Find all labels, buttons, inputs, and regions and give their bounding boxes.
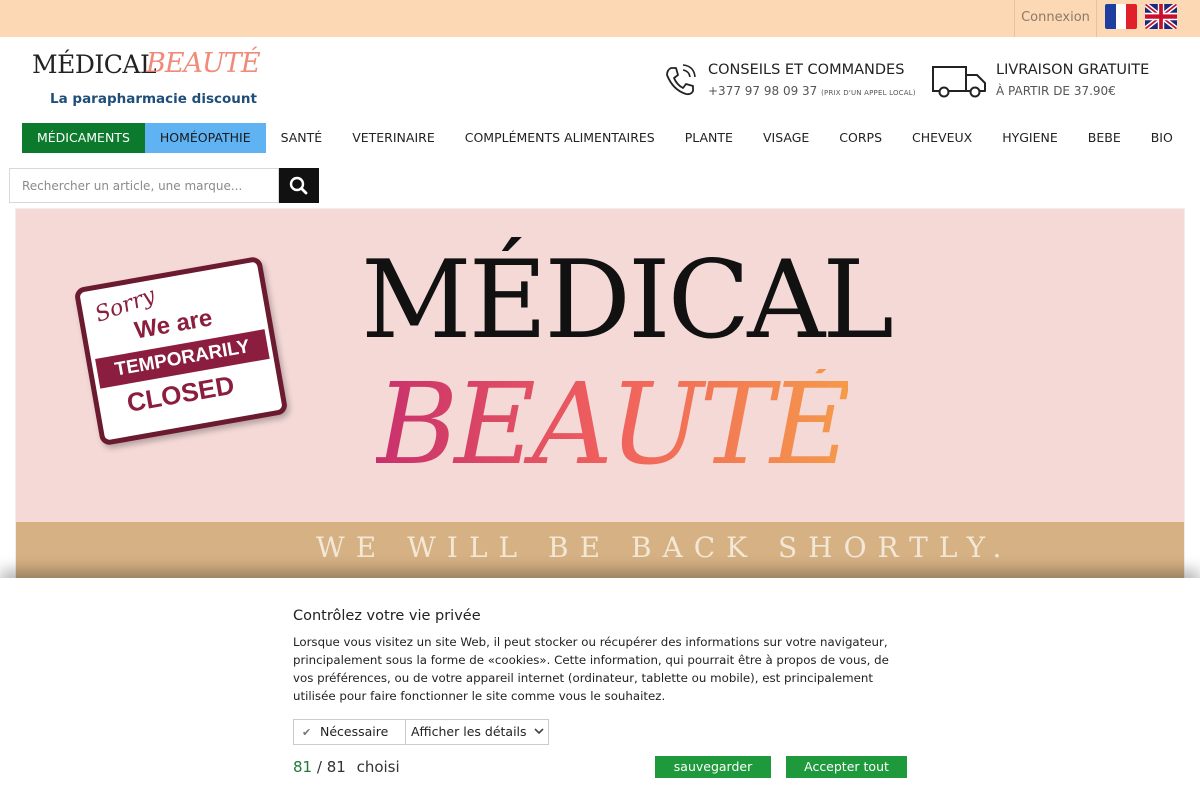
flag-uk-icon[interactable]	[1145, 4, 1177, 29]
banner-tagline: WE WILL BE BACK SHORTLY.	[316, 531, 1013, 564]
chosen-count: 81 / 81 choisi	[293, 758, 400, 776]
nav-item-plante[interactable]: PLANTE	[670, 123, 748, 153]
logo-accent-text: BEAUTÉ	[146, 48, 261, 79]
search-input[interactable]	[9, 168, 279, 203]
count-separator: /	[316, 758, 327, 776]
login-link[interactable]: Connexion	[1014, 0, 1097, 37]
contact-title: CONSEILS ET COMMANDES	[708, 62, 905, 78]
banner-title-main: MÉDICAL	[361, 238, 894, 363]
chevron-down-icon	[533, 728, 544, 735]
main-nav: MÉDICAMENTS HOMÉOPATHIE SANTÉ VETERINAIR…	[22, 123, 1188, 153]
nav-item-cheveux[interactable]: CHEVEUX	[897, 123, 987, 153]
nav-item-corps[interactable]: CORPS	[824, 123, 897, 153]
contact-phone[interactable]: +377 97 98 09 37 (PRIX D'UN APPEL LOCAL)	[708, 84, 916, 98]
hero-banner[interactable]: WE WILL BE BACK SHORTLY. MÉDICAL BEAUTÉ …	[15, 208, 1185, 588]
contact-phone-number: +377 97 98 09 37	[708, 84, 818, 98]
nav-item-hygiene[interactable]: HYGIENE	[987, 123, 1073, 153]
truck-icon	[932, 66, 986, 98]
total-number: 81	[326, 758, 346, 776]
top-bar: Connexion	[0, 0, 1200, 37]
necessary-label: Nécessaire	[319, 724, 389, 739]
chosen-label: choisi	[356, 758, 400, 776]
contact-phone-note: (PRIX D'UN APPEL LOCAL)	[821, 89, 916, 97]
cookie-consent-panel: Contrôlez votre vie privée Lorsque vous …	[0, 578, 1200, 800]
closed-sign: Sorry We are TEMPORARILY CLOSED	[73, 255, 289, 447]
nav-item-visage[interactable]: VISAGE	[748, 123, 824, 153]
nav-item-bio[interactable]: BIO	[1136, 123, 1188, 153]
nav-item-medicaments[interactable]: MÉDICAMENTS	[22, 123, 145, 153]
shipping-title: LIVRAISON GRATUITE	[996, 62, 1150, 78]
save-button[interactable]: sauvegarder	[655, 756, 771, 778]
show-details-label: Afficher les détails	[411, 724, 527, 739]
checkmark-icon: ✔	[302, 726, 312, 739]
nav-item-bebe[interactable]: BEBE	[1073, 123, 1136, 153]
cookie-description: Lorsque vous visitez un site Web, il peu…	[293, 635, 889, 703]
show-details-toggle[interactable]: Afficher les détails	[405, 719, 549, 745]
nav-item-complements-alimentaires[interactable]: COMPLÉMENTS ALIMENTAIRES	[450, 123, 670, 153]
flag-france-icon[interactable]	[1105, 4, 1137, 29]
cookie-title: Contrôlez votre vie privée	[293, 608, 481, 624]
search-button[interactable]	[279, 168, 319, 203]
logo-main-text: MÉDICAL	[32, 50, 157, 79]
shipping-subtitle: À PARTIR DE 37.90€	[996, 84, 1116, 98]
nav-item-homeopathie[interactable]: HOMÉOPATHIE	[144, 123, 266, 153]
site-tagline: La parapharmacie discount	[50, 91, 257, 107]
nav-item-veterinaire[interactable]: VETERINAIRE	[337, 123, 450, 153]
nav-item-sante[interactable]: SANTÉ	[266, 123, 338, 153]
chosen-number: 81	[293, 758, 313, 776]
phone-icon	[666, 64, 696, 96]
site-logo[interactable]: MÉDICAL BEAUTÉ	[32, 46, 261, 86]
search-icon	[289, 176, 308, 195]
accept-all-button[interactable]: Accepter tout	[786, 756, 907, 778]
necessary-cookies-checkbox[interactable]: ✔ Nécessaire	[293, 719, 406, 745]
banner-title-accent: BEAUTÉ	[376, 360, 852, 490]
